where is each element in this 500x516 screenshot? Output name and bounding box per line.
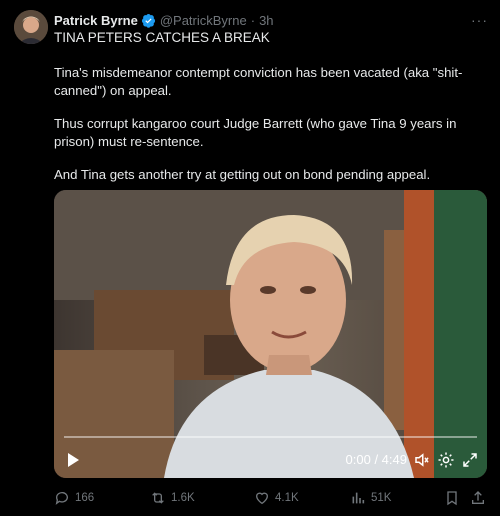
avatar[interactable] <box>14 10 48 44</box>
like-count: 4.1K <box>275 492 299 504</box>
settings-gear-icon[interactable] <box>437 451 455 469</box>
reply-button[interactable]: 166 <box>54 490 94 506</box>
volume-icon[interactable] <box>413 451 431 469</box>
repost-button[interactable]: 1.6K <box>150 490 195 506</box>
views-chart-icon <box>352 492 365 504</box>
video-time: 0:00 / 4:49 <box>345 452 407 467</box>
avatar-photo <box>14 10 48 44</box>
share-icon <box>472 491 484 504</box>
repost-icon <box>152 492 164 504</box>
bookmark-button[interactable] <box>444 490 465 506</box>
tweet[interactable]: Patrick Byrne @PatrickByrne · 3h ··· TIN… <box>0 0 500 516</box>
ellipsis-icon: ··· <box>471 12 488 28</box>
verified-badge-icon <box>141 13 155 28</box>
more-options-button[interactable]: ··· <box>471 12 488 28</box>
tweet-body: Tina's misdemeanor contempt conviction h… <box>54 64 490 200</box>
tweet-headline: TINA PETERS CATCHES A BREAK <box>54 30 270 45</box>
view-count: 51K <box>371 492 392 504</box>
timestamp[interactable]: 3h <box>259 13 273 28</box>
tweet-actions: 166 1.6K 4.1K 51K <box>54 488 490 508</box>
fullscreen-icon[interactable] <box>461 451 479 469</box>
reply-count: 166 <box>75 492 95 504</box>
author-name[interactable]: Patrick Byrne <box>54 13 138 28</box>
video-controls: 0:00 / 4:49 <box>54 448 487 472</box>
bookmark-icon <box>447 491 457 506</box>
repost-count: 1.6K <box>171 492 195 504</box>
like-button[interactable]: 4.1K <box>254 490 299 506</box>
share-button[interactable] <box>470 490 491 506</box>
tweet-paragraph: And Tina gets another try at getting out… <box>54 167 431 182</box>
video-progress-bar[interactable] <box>64 436 477 438</box>
video-player[interactable]: 0:00 / 4:49 <box>54 190 487 478</box>
tweet-paragraph: Tina's misdemeanor contempt conviction h… <box>54 65 463 98</box>
video-frame <box>54 190 487 478</box>
reply-icon <box>55 492 68 505</box>
views-button[interactable]: 51K <box>350 490 391 506</box>
dot-separator: · <box>250 12 256 28</box>
author-handle[interactable]: @PatrickByrne <box>160 13 247 28</box>
play-icon[interactable] <box>66 452 80 468</box>
tweet-header: Patrick Byrne @PatrickByrne · 3h <box>54 11 486 29</box>
heart-icon <box>255 492 269 505</box>
tweet-paragraph: Thus corrupt kangaroo court Judge Barret… <box>54 116 457 149</box>
